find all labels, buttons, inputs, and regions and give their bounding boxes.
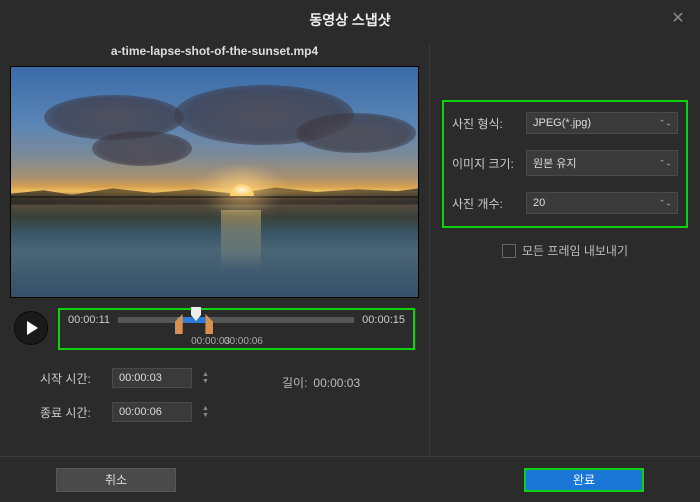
settings-highlight: 사진 형식: JPEG(*.jpg) ⌃⌄ 이미지 크기: 원본 유지 ⌃⌄ 사… <box>442 100 688 228</box>
end-time-stepper[interactable]: ▲▼ <box>202 405 212 419</box>
count-input[interactable]: 20 <box>526 192 678 214</box>
format-select[interactable]: JPEG(*.jpg) <box>526 112 678 134</box>
end-time-label: 종료 시간: <box>40 404 100 421</box>
count-label: 사진 개수: <box>452 195 514 212</box>
start-time-label: 시작 시간: <box>40 370 100 387</box>
end-time-input[interactable]: 00:00:06 <box>112 402 192 422</box>
timeline-duration: 00:00:15 <box>362 314 405 326</box>
timeline-highlight: 00:00:11 00:00:15 00:00:03 <box>58 308 415 350</box>
timeline-current-time: 00:00:11 <box>68 314 110 326</box>
done-button[interactable]: 완료 <box>524 468 644 492</box>
format-label: 사진 형식: <box>452 115 514 132</box>
size-select[interactable]: 원본 유지 <box>526 150 678 176</box>
export-all-checkbox[interactable] <box>502 244 516 258</box>
playhead[interactable] <box>189 307 203 321</box>
size-label: 이미지 크기: <box>452 155 514 172</box>
close-button[interactable]: ✕ <box>666 6 690 30</box>
trim-handle-end[interactable] <box>205 314 213 334</box>
start-time-input[interactable]: 00:00:03 <box>112 368 192 388</box>
video-preview[interactable] <box>10 66 419 298</box>
timeline-track[interactable] <box>118 317 354 323</box>
length-value: 00:00:03 <box>313 376 360 390</box>
export-all-label: 모든 프레임 내보내기 <box>522 242 628 259</box>
video-filename: a-time-lapse-shot-of-the-sunset.mp4 <box>10 44 419 58</box>
length-label: 길이: <box>282 374 307 391</box>
play-icon <box>27 321 38 335</box>
play-button[interactable] <box>14 311 48 345</box>
start-time-stepper[interactable]: ▲▼ <box>202 371 212 385</box>
close-icon: ✕ <box>671 8 684 28</box>
dialog-title: 동영상 스냅샷 <box>0 10 700 30</box>
marker-end-time: 00:00:06 <box>224 336 263 347</box>
cancel-button[interactable]: 취소 <box>56 468 176 492</box>
